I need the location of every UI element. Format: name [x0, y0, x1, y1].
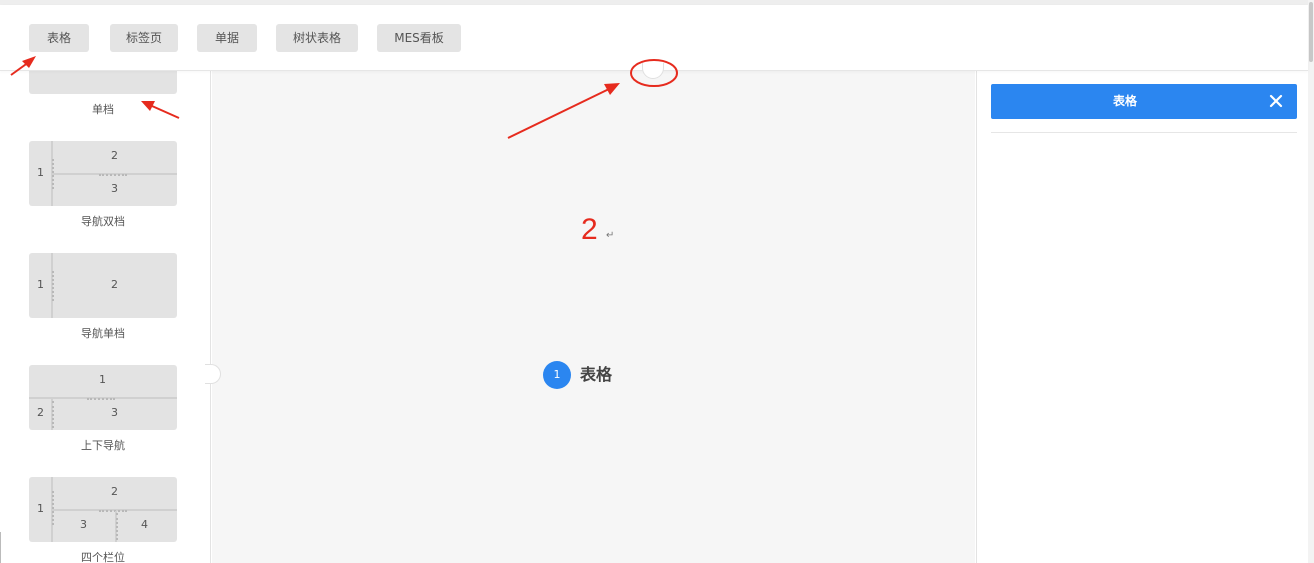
layout-cell-number: 1	[37, 278, 44, 291]
layout-drag-dots	[52, 491, 54, 525]
annotation-number: 2	[581, 213, 598, 246]
tab-table[interactable]: 表格	[29, 24, 89, 52]
properties-panel	[976, 71, 1308, 563]
close-icon[interactable]	[1267, 92, 1285, 110]
return-mark: ↵	[606, 230, 615, 241]
layout-card-top-bottom-nav[interactable]: 1 2 3	[29, 365, 177, 430]
layout-cell-number: 3	[80, 518, 87, 531]
layout-drag-dots	[116, 513, 118, 540]
layout-card-nav-single[interactable]: 1 2	[29, 253, 177, 318]
app-window: 表格 标签页 单据 树状表格 MES看板 单档 1 2 3 导航双档 1 2 导…	[0, 0, 1314, 563]
layout-drag-dots	[52, 271, 54, 301]
tab-tree-table[interactable]: 树状表格	[276, 24, 358, 52]
component-toolbar: 表格 标签页 单据 树状表格 MES看板	[0, 5, 1308, 71]
layout-caption-nav-single: 导航单档	[81, 327, 125, 340]
layout-drag-dots	[52, 401, 54, 428]
selected-component-bar[interactable]: 表格	[991, 84, 1297, 119]
tab-tab-page[interactable]: 标签页	[110, 24, 178, 52]
layout-cell-number: 4	[141, 518, 148, 531]
properties-divider	[991, 132, 1297, 133]
layout-cell-number: 2	[111, 278, 118, 291]
design-canvas[interactable]	[212, 71, 975, 563]
scroll-edge-mark	[0, 532, 1, 563]
layout-drag-dots	[99, 174, 127, 176]
layout-template-panel: 单档 1 2 3 导航双档 1 2 导航单档 1 2 3 上下导航 1 2 3 …	[0, 71, 211, 563]
layout-cell-number: 2	[111, 485, 118, 498]
step-number-badge: 1	[543, 361, 571, 389]
layout-cell-number: 1	[37, 166, 44, 179]
layout-card-single[interactable]	[29, 71, 177, 94]
layout-cell-number: 2	[37, 406, 44, 419]
layout-cell-number: 3	[111, 406, 118, 419]
layout-card-four-columns[interactable]: 1 2 3 4	[29, 477, 177, 542]
layout-cell-number: 1	[99, 373, 106, 386]
selected-component-title: 表格	[1112, 94, 1137, 108]
layout-caption-nav-double: 导航双档	[81, 215, 125, 228]
page-scrollbar-thumb[interactable]	[1309, 2, 1313, 62]
step-label: 表格	[580, 365, 613, 384]
layout-cell-number: 2	[111, 149, 118, 162]
layout-card-nav-double[interactable]: 1 2 3	[29, 141, 177, 206]
layout-cell-number: 3	[111, 182, 118, 195]
layout-caption-four-columns: 四个栏位	[81, 551, 125, 563]
page-scrollbar[interactable]	[1308, 0, 1314, 563]
layout-caption-top-bottom-nav: 上下导航	[81, 439, 125, 452]
layout-caption-single: 单档	[92, 103, 114, 116]
tab-document[interactable]: 单据	[197, 24, 257, 52]
layout-drag-dots	[87, 398, 115, 400]
layout-cell-number: 1	[37, 502, 44, 515]
layout-drag-dots	[99, 510, 127, 512]
tab-mes-board[interactable]: MES看板	[377, 24, 461, 52]
